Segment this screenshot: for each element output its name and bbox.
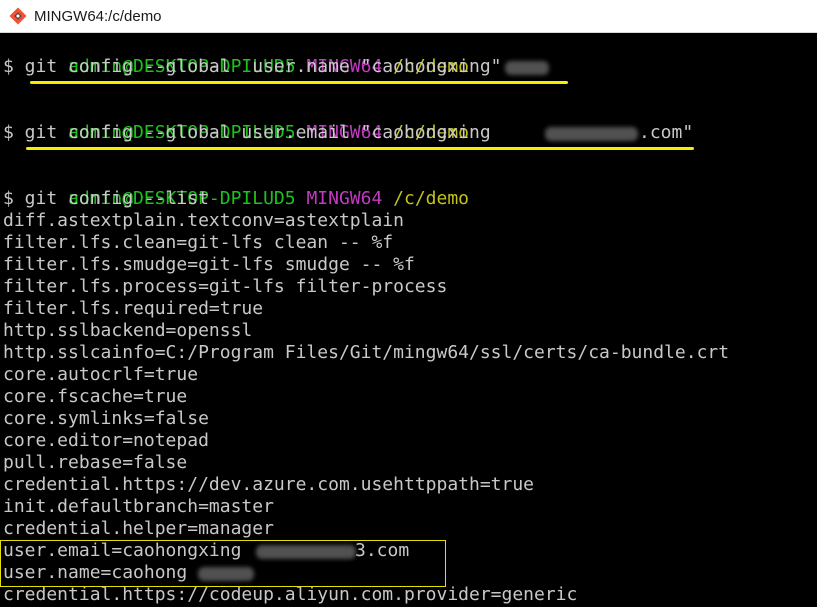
command-line: $ git config --global user.name "caohong… [3,56,502,77]
redaction-blur [545,127,638,141]
output-line: diff.astextplain.textconv=astextplain [3,210,404,231]
command-line: $ git config --list [3,188,209,209]
output-line: credential.helper=manager [3,518,274,539]
prompt-line: admin@DESKTOP-DPILUD5 MINGW64 /c/demo [3,166,469,209]
output-line: core.editor=notepad [3,430,209,451]
command-line: $ git config --global user.email "caohon… [3,122,491,143]
output-line: http.sslcainfo=C:/Program Files/Git/ming… [3,342,730,363]
annotation-underline [26,147,694,150]
terminal-window: MINGW64:/c/demo admin@DESKTOP-DPILUD5 MI… [0,0,817,607]
prompt-line: admin@DESKTOP-DPILUD5 MINGW64 /c/demo [3,34,469,77]
prompt-shell: MINGW64 [306,188,383,209]
annotation-box [0,540,446,587]
output-line: core.fscache=true [3,386,188,407]
prompt-line: admin@DESKTOP-DPILUD5 MINGW64 /c/demo [3,100,469,143]
output-line: credential.https://dev.azure.com.usehttp… [3,474,535,495]
annotation-underline [30,81,568,84]
output-line: http.sslbackend=openssl [3,320,253,341]
git-bash-icon [9,7,27,25]
output-line: init.defaultbranch=master [3,496,274,517]
window-title: MINGW64:/c/demo [34,7,162,25]
title-bar[interactable]: MINGW64:/c/demo [0,0,817,33]
output-line: filter.lfs.process=git-lfs filter-proces… [3,276,448,297]
output-line: pull.rebase=false [3,452,188,473]
output-line: credential.https://codeup.aliyun.com.pro… [3,584,578,605]
redaction-blur [505,61,549,75]
output-line: core.autocrlf=true [3,364,199,385]
output-line: filter.lfs.smudge=git-lfs smudge -- %f [3,254,415,275]
terminal-body[interactable]: admin@DESKTOP-DPILUD5 MINGW64 /c/demo $ … [0,33,817,607]
output-line: core.symlinks=false [3,408,209,429]
command-line-tail: .com" [639,122,694,143]
prompt-path: /c/demo [393,188,470,209]
output-line: filter.lfs.clean=git-lfs clean -- %f [3,232,394,253]
output-line: filter.lfs.required=true [3,298,264,319]
